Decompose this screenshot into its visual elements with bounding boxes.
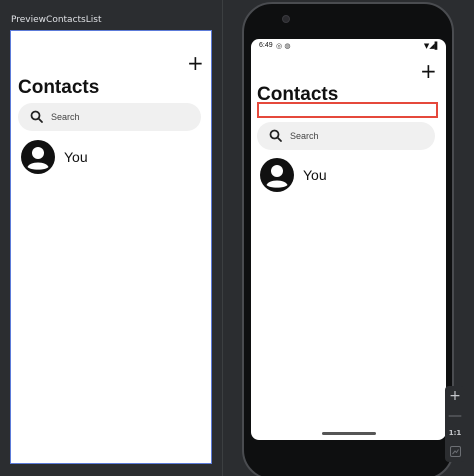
- camera-icon: [282, 15, 290, 23]
- zoom-fit-icon[interactable]: [445, 444, 465, 458]
- search-input[interactable]: Search: [257, 122, 435, 150]
- zoom-controls: + — 1:1: [445, 386, 465, 462]
- panel-divider: [222, 0, 223, 476]
- zoom-out-button[interactable]: —: [445, 408, 465, 424]
- preview-panel: PreviewContactsList + Contacts Search Yo…: [0, 0, 222, 476]
- selection-highlight: [257, 102, 438, 118]
- page-title: Contacts: [18, 77, 100, 98]
- search-input[interactable]: Search: [18, 103, 201, 131]
- gesture-nav-handle[interactable]: [322, 432, 376, 435]
- contact-name: You: [303, 167, 327, 183]
- preview-label: PreviewContactsList: [11, 15, 102, 25]
- status-battery-icons: ▼◢▌: [423, 42, 440, 50]
- device-screen[interactable]: 6:49 ◎ ◍ ▼◢▌ + Contacts Search You: [251, 39, 446, 440]
- status-notification-icons: ◎ ◍: [276, 42, 291, 50]
- add-contact-icon[interactable]: +: [420, 61, 437, 81]
- search-icon: [28, 108, 46, 126]
- search-placeholder: Search: [51, 112, 80, 122]
- status-time: 6:49: [259, 42, 273, 49]
- zoom-actual-size-button[interactable]: 1:1: [445, 429, 465, 437]
- search-icon: [267, 127, 285, 145]
- status-bar: 6:49 ◎ ◍ ▼◢▌: [251, 39, 446, 53]
- zoom-in-button[interactable]: +: [445, 388, 465, 404]
- contact-name: You: [64, 149, 88, 165]
- list-item[interactable]: You: [21, 140, 88, 174]
- preview-frame[interactable]: + Contacts Search You: [10, 30, 212, 464]
- list-item[interactable]: You: [260, 158, 327, 192]
- add-contact-icon[interactable]: +: [187, 53, 204, 73]
- avatar-icon: [21, 140, 55, 174]
- avatar-icon: [260, 158, 294, 192]
- search-placeholder: Search: [290, 131, 319, 141]
